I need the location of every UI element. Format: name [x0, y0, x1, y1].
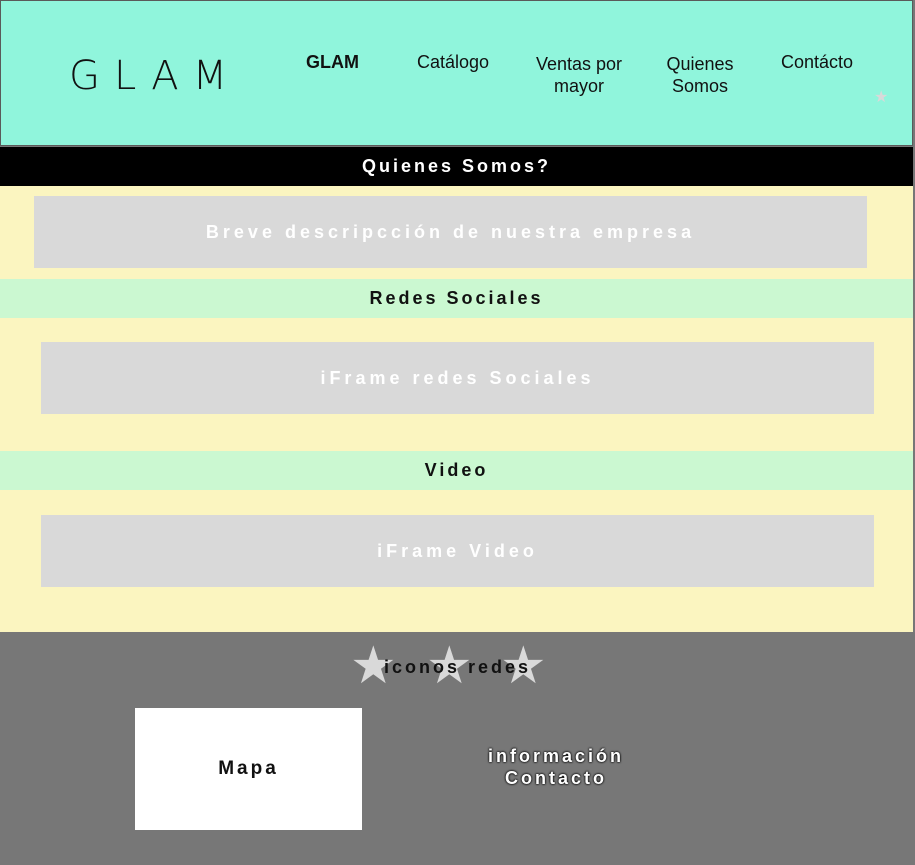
- video-iframe[interactable]: iFrame Video: [41, 515, 874, 587]
- social-iframe[interactable]: iFrame redes Sociales: [41, 342, 874, 414]
- section-title-about: Quienes Somos?: [0, 147, 913, 186]
- nav-item-contacto[interactable]: Contácto: [781, 51, 853, 73]
- section-title-video: Video: [0, 451, 913, 490]
- star-icon: ★: [874, 89, 889, 106]
- site-header: GLAM GLAM Catálogo Ventas por mayor Quie…: [0, 0, 913, 146]
- nav-item-glam[interactable]: GLAM: [306, 51, 359, 73]
- contact-info: información Contacto: [487, 746, 624, 788]
- logo[interactable]: GLAM: [69, 53, 241, 99]
- map[interactable]: Mapa: [135, 708, 362, 830]
- social-icons-label: iconos redes: [383, 657, 532, 677]
- nav-item-ventas-por-mayor[interactable]: Ventas por mayor: [529, 53, 629, 97]
- about-description: Breve descripcción de nuestra empresa: [34, 196, 867, 268]
- section-title-social: Redes Sociales: [0, 279, 913, 318]
- nav-item-catalogo[interactable]: Catálogo: [417, 51, 489, 73]
- nav-item-quienes-somos[interactable]: Quienes Somos: [661, 53, 739, 97]
